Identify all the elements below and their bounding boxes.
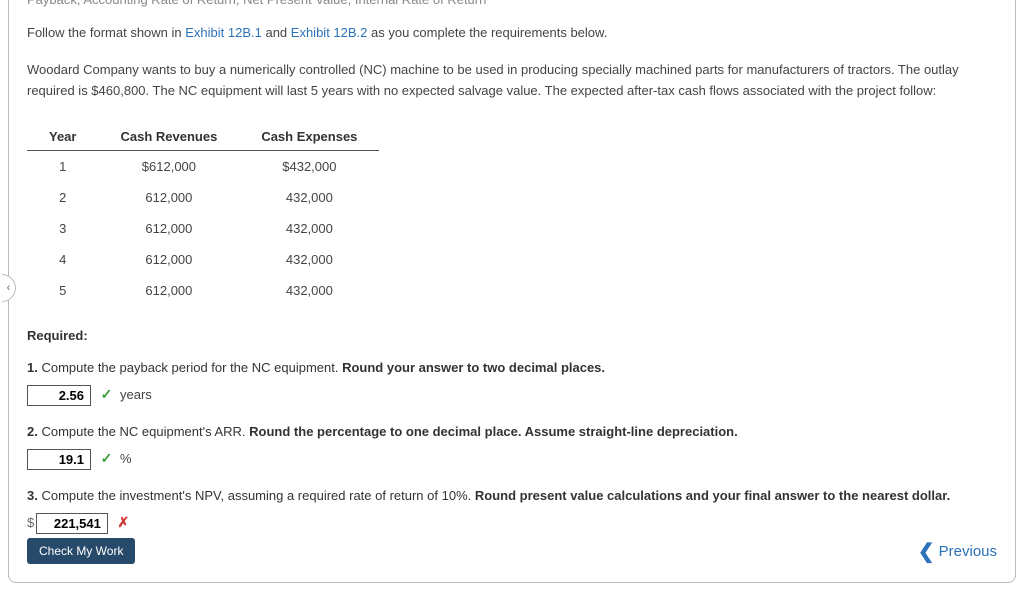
q1-number: 1. xyxy=(27,360,38,375)
col-expenses: Cash Expenses xyxy=(239,123,379,151)
chevron-left-icon: ‹ xyxy=(7,282,11,294)
table-row: 5 612,000 432,000 xyxy=(27,275,379,306)
q2-text: Compute the NC equipment's ARR. xyxy=(38,424,249,439)
chevron-left-icon: ❮ xyxy=(918,539,935,564)
cell: 1 xyxy=(27,151,98,183)
intro-text: as you complete the requirements below. xyxy=(371,25,607,40)
q1-unit: years xyxy=(120,387,152,402)
q3-text: Compute the investment's NPV, assuming a… xyxy=(38,488,475,503)
col-revenues: Cash Revenues xyxy=(98,123,239,151)
cell: 4 xyxy=(27,244,98,275)
table-row: 2 612,000 432,000 xyxy=(27,182,379,213)
question-1: 1. Compute the payback period for the NC… xyxy=(27,357,997,407)
scenario-paragraph: Woodard Company wants to buy a numerical… xyxy=(27,60,997,102)
cell: 612,000 xyxy=(98,213,239,244)
question-title-cutoff: Payback, Accounting Rate of Return, Net … xyxy=(27,0,997,7)
x-icon: ✗ xyxy=(117,511,129,535)
check-my-work-button[interactable]: Check My Work xyxy=(27,538,135,564)
q1-bold: Round your answer to two decimal places. xyxy=(342,360,605,375)
cell: 2 xyxy=(27,182,98,213)
cell: $612,000 xyxy=(98,151,239,183)
required-label: Required: xyxy=(27,328,997,343)
exhibit-12b1-link[interactable]: Exhibit 12B.1 xyxy=(185,25,262,40)
q2-answer-input[interactable] xyxy=(27,449,91,470)
cell: 5 xyxy=(27,275,98,306)
previous-label: Previous xyxy=(939,543,997,560)
table-row: 3 612,000 432,000 xyxy=(27,213,379,244)
expand-side-tab[interactable]: ‹ xyxy=(2,274,16,302)
exhibit-12b2-link[interactable]: Exhibit 12B.2 xyxy=(291,25,368,40)
cell: $432,000 xyxy=(239,151,379,183)
q1-text: Compute the payback period for the NC eq… xyxy=(38,360,342,375)
previous-link[interactable]: ❮ Previous xyxy=(918,539,997,564)
check-icon: ✓ xyxy=(101,447,113,471)
intro-paragraph: Follow the format shown in Exhibit 12B.1… xyxy=(27,23,997,44)
q1-answer-input[interactable] xyxy=(27,385,91,406)
cell: 612,000 xyxy=(98,244,239,275)
table-header-row: Year Cash Revenues Cash Expenses xyxy=(27,123,379,151)
q2-number: 2. xyxy=(27,424,38,439)
cell: 612,000 xyxy=(98,182,239,213)
cash-flow-table: Year Cash Revenues Cash Expenses 1 $612,… xyxy=(27,123,379,306)
q3-bold: Round present value calculations and you… xyxy=(475,488,950,503)
check-icon: ✓ xyxy=(101,383,113,407)
cell: 432,000 xyxy=(239,275,379,306)
col-year: Year xyxy=(27,123,98,151)
question-2: 2. Compute the NC equipment's ARR. Round… xyxy=(27,421,997,471)
intro-text: and xyxy=(265,25,290,40)
q2-unit: % xyxy=(120,451,132,466)
q2-bold: Round the percentage to one decimal plac… xyxy=(249,424,738,439)
cell: 432,000 xyxy=(239,244,379,275)
intro-text: Follow the format shown in xyxy=(27,25,185,40)
cell: 432,000 xyxy=(239,213,379,244)
dollar-prefix: $ xyxy=(27,515,34,530)
cell: 612,000 xyxy=(98,275,239,306)
q3-answer-input[interactable] xyxy=(36,513,108,534)
table-row: 4 612,000 432,000 xyxy=(27,244,379,275)
q3-number: 3. xyxy=(27,488,38,503)
cell: 432,000 xyxy=(239,182,379,213)
question-3: 3. Compute the investment's NPV, assumin… xyxy=(27,485,997,535)
cell: 3 xyxy=(27,213,98,244)
table-row: 1 $612,000 $432,000 xyxy=(27,151,379,183)
